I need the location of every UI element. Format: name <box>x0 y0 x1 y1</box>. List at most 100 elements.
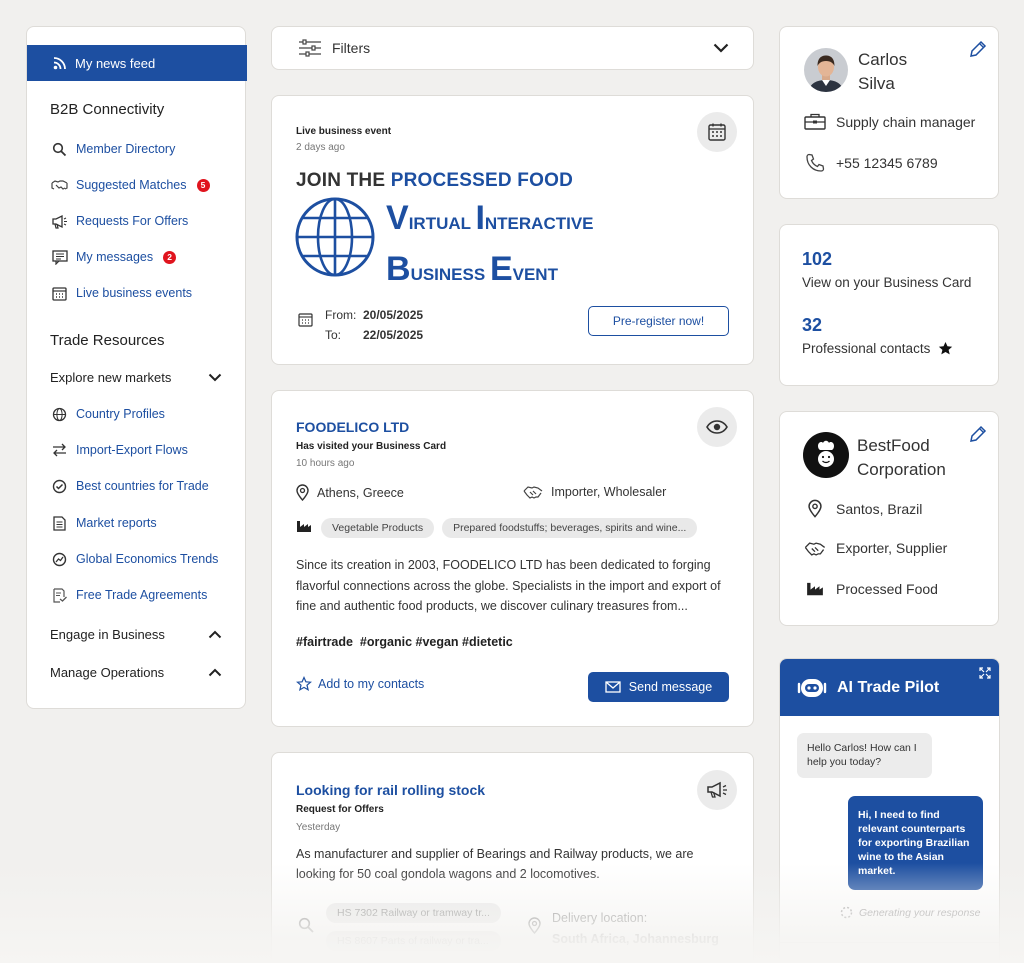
chevron-down-icon[interactable] <box>713 43 729 53</box>
sidebar-item-live-business-events[interactable]: Live business events <box>51 283 192 303</box>
sidebar-item-label: Country Profiles <box>76 407 165 421</box>
event-join-prefix: JOIN THE <box>296 170 386 191</box>
delivery-location: Delivery location: South Africa, Johanne… <box>552 908 719 950</box>
company-card-role: Exporter, Supplier <box>804 540 947 556</box>
avatar[interactable] <box>804 48 848 92</box>
filters-label: Filters <box>332 40 371 56</box>
ai-trade-pilot-panel: AI Trade Pilot Hello Carlos! How can I h… <box>779 658 1000 963</box>
calendar-icon <box>51 285 68 302</box>
explore-new-markets-toggle[interactable]: Explore new markets <box>50 367 222 387</box>
post-time: Yesterday <box>296 822 341 833</box>
company-card-sector: Processed Food <box>804 580 938 597</box>
factory-icon <box>297 521 311 532</box>
sidebar-item-suggested-matches[interactable]: Suggested Matches 5 <box>51 175 210 195</box>
my-news-feed-button[interactable]: My news feed <box>27 45 247 81</box>
views-count: 102 <box>802 249 833 269</box>
trade-resources-heading: Trade Resources <box>50 332 165 349</box>
sidebar-item-global-economics-trends[interactable]: Global Economics Trends <box>51 549 218 569</box>
company-location: Athens, Greece <box>296 484 404 501</box>
event-to-date: 22/05/2025 <box>363 328 424 342</box>
pencil-edit-icon[interactable] <box>969 425 987 443</box>
chevron-up-icon <box>208 630 222 638</box>
event-from-date: 20/05/2025 <box>363 308 424 322</box>
hs-code-chips: HS 7302 Railway or tramway tr... HS 8607… <box>326 903 501 951</box>
rfo-description: As manufacturer and supplier of Bearings… <box>296 847 694 881</box>
handshake-icon <box>51 177 68 194</box>
document-icon <box>51 515 68 532</box>
sidebar-item-label: Best countries for Trade <box>76 479 209 493</box>
sidebar-item-my-messages[interactable]: My messages 2 <box>51 247 177 267</box>
pencil-edit-icon[interactable] <box>969 40 987 58</box>
stats-card: 102 View on your Business Card 32 Profes… <box>779 224 999 386</box>
contacts-count: 32 <box>802 315 823 335</box>
manage-operations-label: Manage Operations <box>50 664 165 680</box>
sidebar-item-label: Market reports <box>76 516 157 530</box>
company-sector-chips: Vegetable Products Prepared foodstuffs; … <box>321 518 698 538</box>
rfo-title-link[interactable]: Looking for rail rolling stock <box>296 782 485 798</box>
pre-register-button[interactable]: Pre-register now! <box>588 306 729 336</box>
calendar-icon[interactable] <box>697 112 737 152</box>
engage-in-business-label: Engage in Business <box>50 626 165 642</box>
globe-icon <box>295 197 375 277</box>
trend-icon <box>51 551 68 568</box>
views-label: View on your Business Card <box>802 275 972 290</box>
sidebar-item-country-profiles[interactable]: Country Profiles <box>51 404 165 424</box>
hs-code-chip[interactable]: HS 7302 Railway or tramway tr... <box>326 903 501 923</box>
sidebar-item-requests-for-offers[interactable]: Requests For Offers <box>51 211 188 231</box>
expand-icon[interactable] <box>979 667 991 679</box>
megaphone-icon[interactable] <box>697 770 737 810</box>
filters-bar[interactable]: Filters <box>271 26 754 70</box>
briefcase-icon <box>804 113 826 130</box>
event-banner-subtitle: VIRTUAL INTERACTIVE BUSINESS EVENT <box>386 199 594 288</box>
company-visit-post: FOODELICO LTD Has visited your Business … <box>271 390 754 727</box>
eye-icon[interactable] <box>697 407 737 447</box>
sector-chip[interactable]: Vegetable Products <box>321 518 435 538</box>
ai-status: Generating your response <box>840 906 980 919</box>
sidebar-item-best-countries[interactable]: Best countries for Trade <box>51 476 209 496</box>
sidebar-item-import-export-flows[interactable]: Import-Export Flows <box>51 440 188 460</box>
ai-bot-message: Hello Carlos! How can I help you today? <box>797 733 932 778</box>
sidebar-item-label: Live business events <box>76 286 193 300</box>
sidebar-item-label: Import-Export Flows <box>76 443 188 457</box>
notification-badge: 5 <box>196 178 210 192</box>
manage-operations-toggle[interactable]: Manage Operations <box>50 662 222 682</box>
send-message-button[interactable]: Send message <box>588 672 729 702</box>
globe-icon <box>51 406 68 423</box>
event-dates: From: 20/05/2025 To: 22/05/2025 <box>325 308 424 342</box>
sidebar-item-label: Member Directory <box>76 142 176 156</box>
sliders-icon <box>299 39 321 57</box>
chevron-down-icon <box>208 373 222 381</box>
company-hashtags[interactable]: #fairtrade #organic #vegan #dietetic <box>296 635 513 649</box>
arrows-icon <box>51 442 68 459</box>
star-outline-icon <box>296 676 312 692</box>
engage-in-business-toggle[interactable]: Engage in Business <box>50 624 222 644</box>
company-card: BestFood Corporation Santos, Brazil Expo… <box>779 411 999 626</box>
profile-job: Supply chain manager <box>804 113 975 130</box>
sidebar-item-label: Requests For Offers <box>76 214 189 228</box>
sidebar-item-member-directory[interactable]: Member Directory <box>51 139 175 159</box>
company-name-link[interactable]: FOODELICO LTD <box>296 419 409 435</box>
profile-phone: +55 12345 6789 <box>804 153 938 173</box>
b2b-heading: B2B Connectivity <box>50 101 165 118</box>
ai-input-divider <box>780 942 999 943</box>
chevron-up-icon <box>208 668 222 676</box>
company-logo <box>803 432 849 478</box>
post-type: Has visited your Business Card <box>296 441 447 452</box>
hs-code-chip[interactable]: HS 8607 Parts of railway or tra... <box>326 931 501 951</box>
delivery-value: South Africa, Johannesburg <box>552 932 719 946</box>
post-time: 2 days ago <box>296 142 345 153</box>
event-join-highlight: PROCESSED FOOD <box>390 170 573 191</box>
sector-chip[interactable]: Prepared foodstuffs; beverages, spirits … <box>442 518 698 538</box>
agreement-icon <box>51 587 68 604</box>
contacts-row[interactable]: Professional contacts <box>802 341 953 356</box>
calendar-icon <box>298 313 313 327</box>
loading-spinner-icon <box>840 906 853 919</box>
company-description: Since its creation in 2003, FOODELICO LT… <box>296 558 721 613</box>
add-to-contacts-button[interactable]: Add to my contacts <box>296 676 424 692</box>
request-for-offers-post: Looking for rail rolling stock Request f… <box>271 752 754 963</box>
sidebar-item-free-trade-agreements[interactable]: Free Trade Agreements <box>51 585 207 605</box>
my-news-feed-label: My news feed <box>75 55 156 71</box>
post-time: 10 hours ago <box>296 458 355 469</box>
profile-card: Carlos Silva Supply chain manager +55 12… <box>779 26 999 199</box>
sidebar-item-market-reports[interactable]: Market reports <box>51 513 157 533</box>
